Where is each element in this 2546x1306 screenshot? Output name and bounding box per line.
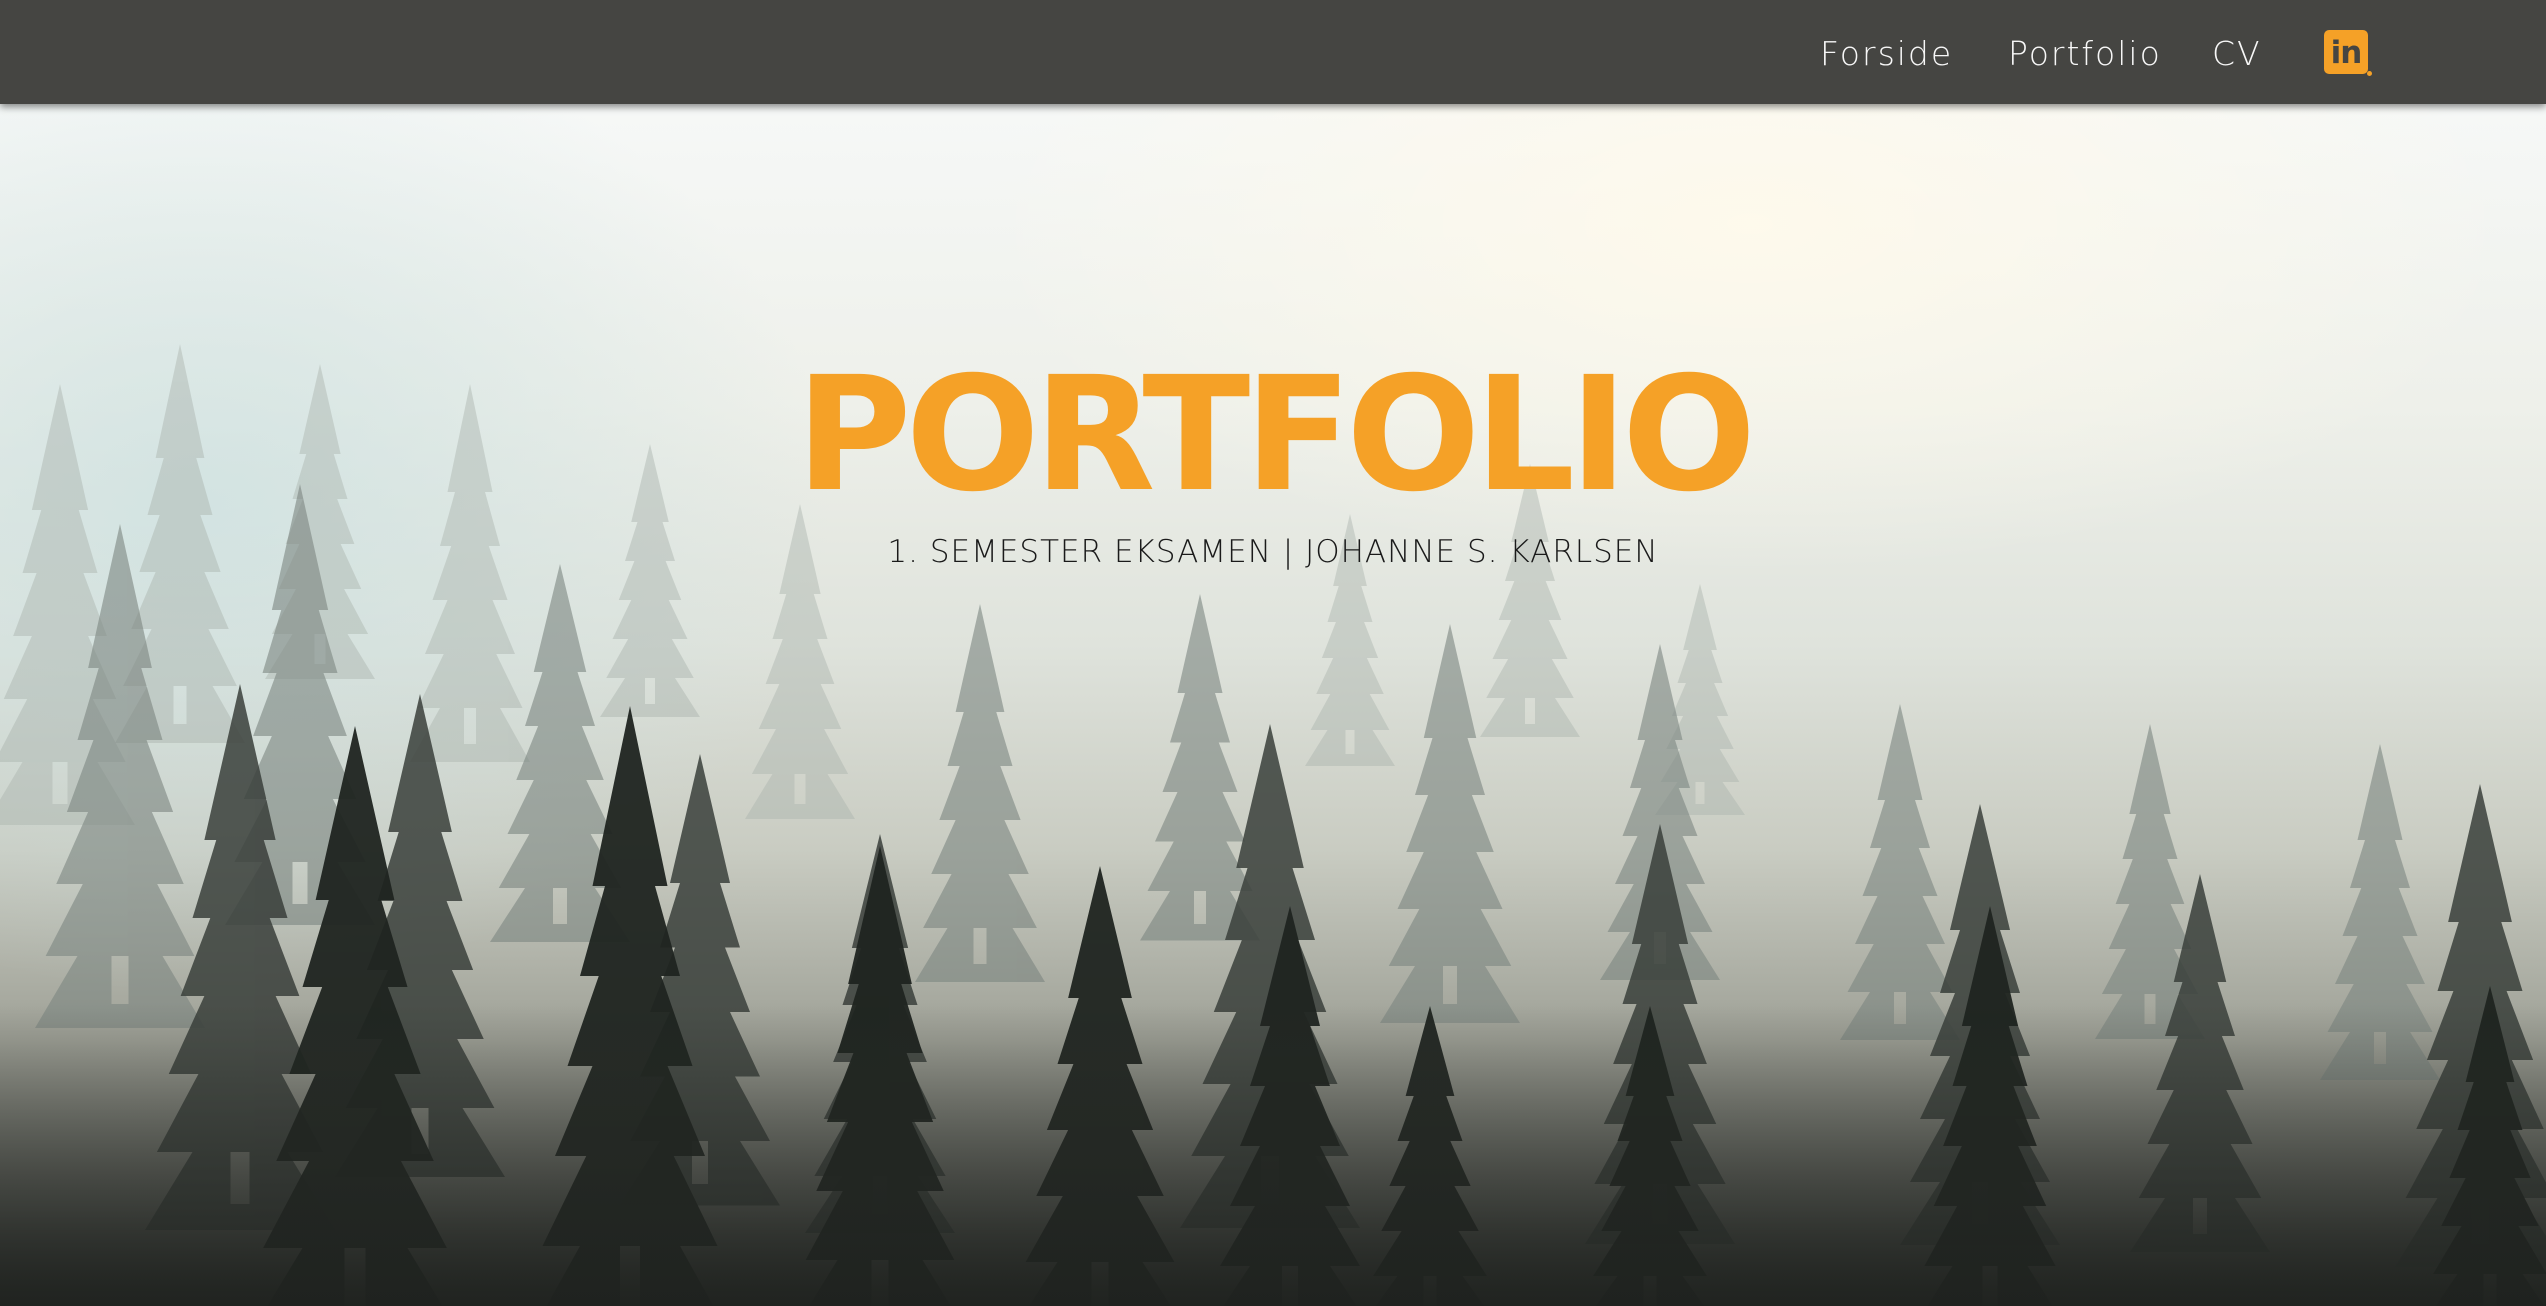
misty-forest-background: [0, 344, 2546, 1306]
linkedin-dot: [2367, 71, 2372, 76]
nav-link-forside[interactable]: Forside: [1820, 0, 1953, 104]
linkedin-icon[interactable]: in: [2324, 30, 2372, 76]
hero-subtitle: 1. SEMESTER EKSAMEN | JOHANNE S. KARLSEN: [887, 534, 1659, 570]
hero-section: PORTFOLIO 1. SEMESTER EKSAMEN | JOHANNE …: [0, 104, 2546, 1306]
hero-title: PORTFOLIO: [795, 343, 1756, 527]
nav-link-portfolio[interactable]: Portfolio: [2008, 0, 2162, 104]
tree-silhouette: [915, 604, 1045, 982]
nav-link-cv[interactable]: CV: [2212, 0, 2262, 104]
top-navbar: Forside Portfolio CV in: [0, 0, 2546, 104]
linkedin-icon-glyph: in: [2330, 35, 2363, 71]
